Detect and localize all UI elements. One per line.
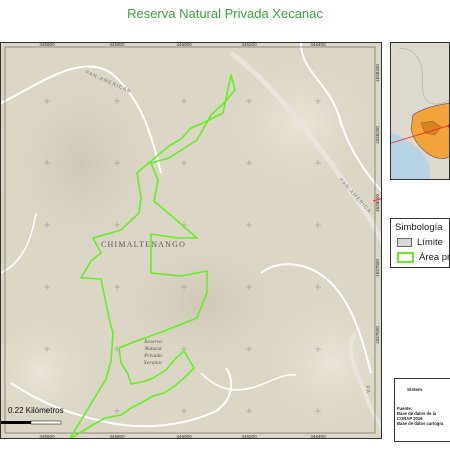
reserve-label: Reserva [143, 339, 162, 345]
reserve-label: Natural [143, 346, 162, 352]
info-source-text: Base de datos cartogra [397, 421, 444, 426]
coordinate-tick: 445800 [109, 43, 125, 47]
coordinate-tick: 1637800 [375, 259, 380, 277]
map-canvas[interactable]: CHIMALTENANGO PAN-AMERICAN PAN-AMERICA P… [1, 43, 382, 439]
coordinate-tick: 1638000 [375, 194, 380, 212]
coordinate-tick: 446000 [176, 43, 192, 47]
legend-item: Área pr [397, 252, 450, 264]
info-panel: Sistem Fuente: Base de datos de la CONAP… [394, 378, 450, 442]
reserve-label: Xecanac [143, 360, 163, 366]
municipality-label: CHIMALTENANGO [101, 240, 186, 249]
map-title: Reserva Natural Privada Xecanac [127, 6, 323, 21]
legend-panel: Simbología Límite Área pr [390, 218, 450, 268]
coordinate-tick: 1638200 [375, 126, 380, 144]
coordinate-tick: 445600 [39, 434, 55, 439]
scale-bar [1, 420, 62, 425]
coordinate-tick: 446400 [310, 434, 326, 439]
coordinate-tick: 446200 [241, 43, 257, 47]
coordinate-tick: 445800 [109, 434, 125, 439]
coordinate-tick: 446000 [176, 434, 192, 439]
scale-label: 0.22 Kilómetros [8, 406, 64, 415]
coordinate-tick: 1638400 [375, 64, 380, 82]
legend-item: Límite [397, 237, 443, 248]
coordinate-tick: 446200 [241, 434, 257, 439]
legend-label: Límite [417, 237, 443, 248]
reserve-label: Privada [143, 353, 162, 359]
inset-canvas [391, 43, 449, 179]
coordinate-tick: 1637600 [375, 326, 380, 344]
legend-title: Simbología [395, 222, 443, 233]
locator-inset-map[interactable] [390, 42, 450, 180]
legend-swatch-area [397, 252, 414, 263]
road-label: PA [364, 385, 371, 394]
coordinate-tick: 446400 [310, 43, 326, 47]
main-map[interactable]: CHIMALTENANGO PAN-AMERICAN PAN-AMERICA P… [0, 42, 382, 439]
info-system-text: Sistem [407, 387, 423, 392]
legend-label: Área pr [419, 252, 450, 264]
legend-swatch-limit [397, 237, 412, 247]
coordinate-tick: 445600 [39, 43, 55, 47]
